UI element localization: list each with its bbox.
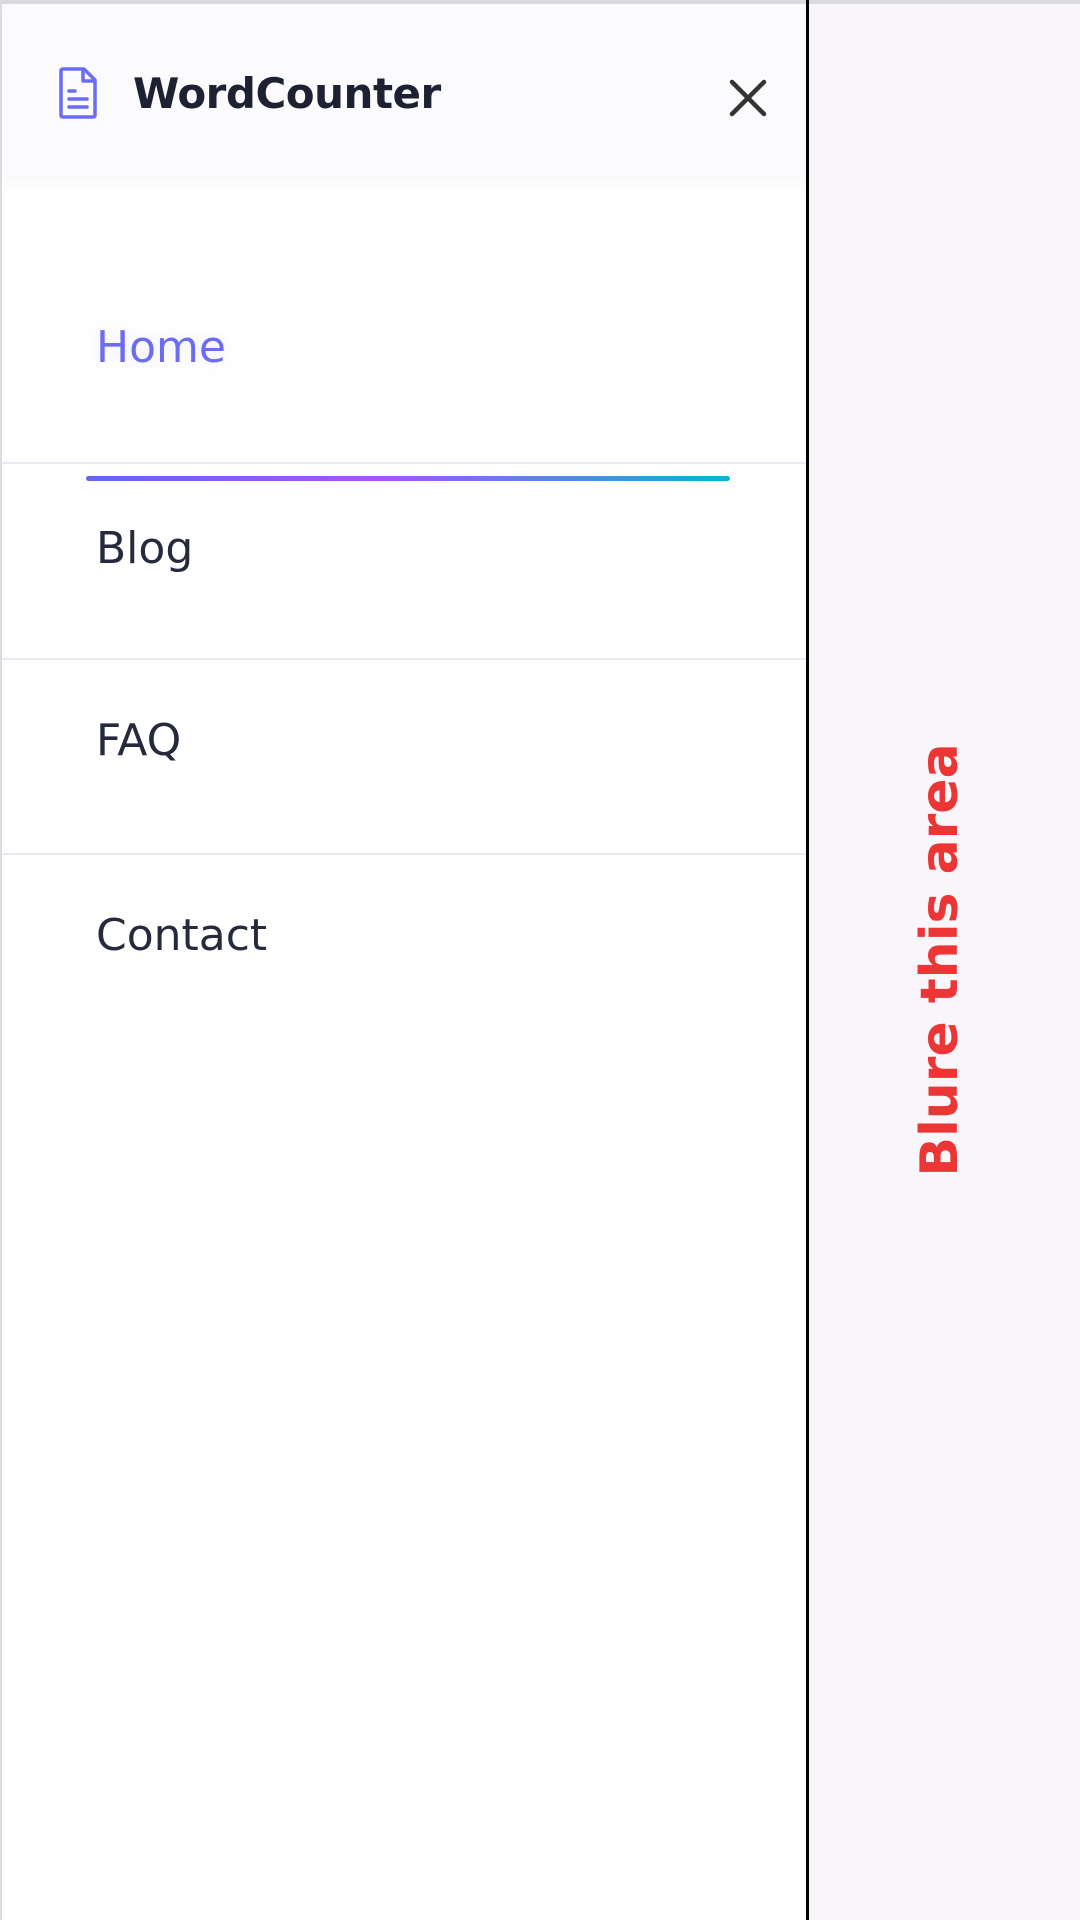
active-underline <box>86 476 730 481</box>
close-button[interactable] <box>720 70 776 126</box>
screen: WordCounter Home Blog FAQ Contact Blure … <box>0 0 1080 1920</box>
document-icon[interactable] <box>54 66 102 120</box>
nav-item-label: Blog <box>96 523 194 574</box>
divider <box>2 853 806 855</box>
nav-item-faq[interactable]: FAQ <box>2 713 806 769</box>
nav-drawer: WordCounter Home Blog FAQ Contact <box>2 4 806 1920</box>
brand-name[interactable]: WordCounter <box>133 66 441 122</box>
drawer-header: WordCounter <box>2 4 806 176</box>
divider <box>2 462 806 464</box>
nav-item-label: Contact <box>96 910 268 961</box>
close-icon <box>729 79 767 117</box>
nav-item-home[interactable]: Home <box>2 320 806 376</box>
divider <box>2 658 806 660</box>
nav-item-blog[interactable]: Blog <box>2 521 806 577</box>
overlay-annotation: Blure this area <box>910 743 970 1177</box>
nav-item-label: Home <box>96 322 226 373</box>
nav-item-contact[interactable]: Contact <box>2 908 806 964</box>
nav-item-label: FAQ <box>96 715 182 766</box>
